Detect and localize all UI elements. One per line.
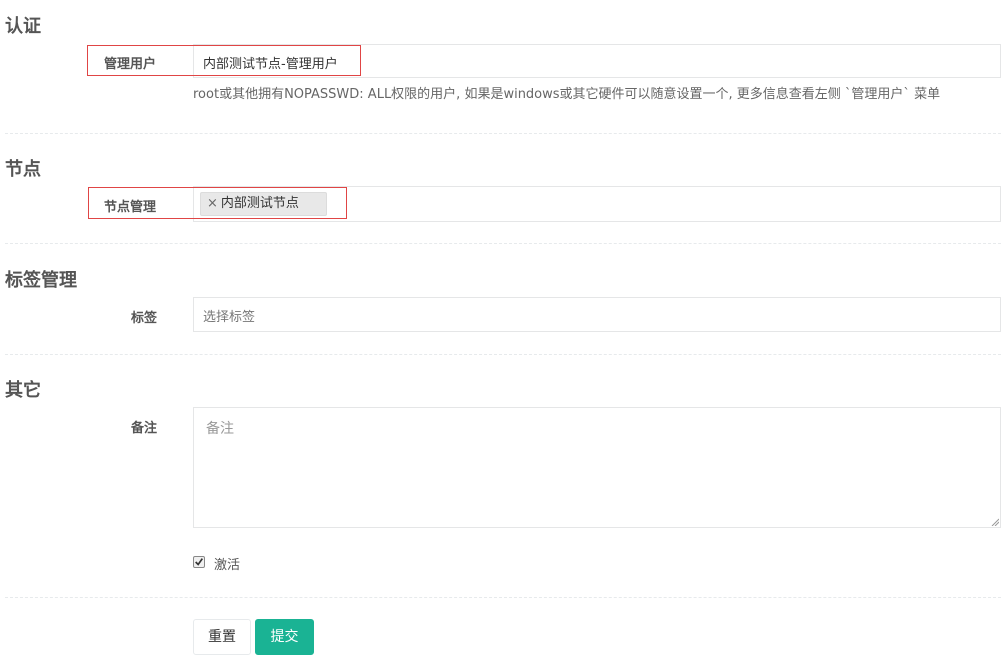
admin-user-help-text: root或其他拥有NOPASSWD: ALL权限的用户, 如果是windows或… [193,87,941,102]
section-title-labels: 标签管理 [5,270,77,291]
section-title-nodes: 节点 [5,159,41,180]
label-select[interactable]: 选择标签 [193,297,1001,332]
submit-button[interactable]: 提交 [255,619,314,655]
reset-button[interactable]: 重置 [193,619,251,655]
active-checkbox-label: 激活 [214,558,241,573]
remark-textarea[interactable]: 备注 [193,407,1001,528]
highlight-box-admin-user [87,45,361,76]
remark-label: 备注 [131,421,158,436]
remark-placeholder: 备注 [206,421,234,437]
checkmark-icon [195,558,204,566]
section-title-auth: 认证 [5,16,41,37]
label-field-label: 标签 [131,311,158,326]
section-divider [5,133,1001,134]
highlight-box-node-manage [88,187,347,219]
label-select-placeholder: 选择标签 [203,310,256,325]
section-divider [5,243,1001,244]
section-divider [5,597,1001,598]
section-title-other: 其它 [5,380,41,401]
section-divider [5,354,1001,355]
active-checkbox[interactable] [193,556,205,568]
resize-handle-icon[interactable] [991,518,999,526]
